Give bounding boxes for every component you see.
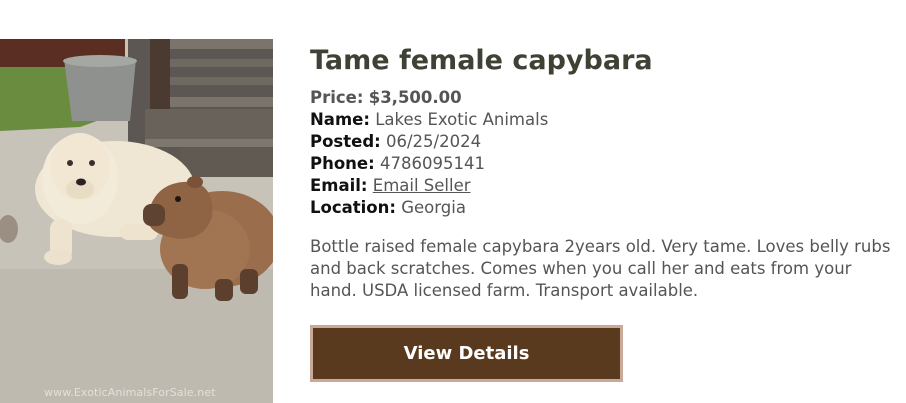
listing-details: Price: $3,500.00 Name: Lakes Exotic Anim… — [310, 87, 906, 219]
location-row: Location: Georgia — [310, 197, 906, 219]
phone-row: Phone: 4786095141 — [310, 153, 906, 175]
view-details-button[interactable]: View Details — [310, 325, 623, 382]
price-row: Price: $3,500.00 — [310, 87, 906, 109]
phone-number: 4786095141 — [379, 154, 485, 173]
posted-label: Posted: — [310, 132, 381, 151]
listing-title[interactable]: Tame female capybara — [310, 42, 906, 80]
price-label: Price: — [310, 88, 364, 107]
name-label: Name: — [310, 110, 370, 129]
location-label: Location: — [310, 198, 396, 217]
listing-description: Bottle raised female capybara 2years old… — [310, 237, 891, 300]
listing-photo[interactable]: www.ExoticAnimalsForSale.net — [0, 39, 273, 403]
listing-info: Tame female capybara Price: $3,500.00 Na… — [310, 42, 906, 302]
posted-row: Posted: 06/25/2024 — [310, 131, 906, 153]
phone-label: Phone: — [310, 154, 375, 173]
name-row: Name: Lakes Exotic Animals — [310, 109, 906, 131]
email-seller-link[interactable]: Email Seller — [373, 176, 471, 195]
email-row: Email: Email Seller — [310, 175, 906, 197]
price-value: $3,500.00 — [368, 88, 462, 107]
capybara-photo-illustration — [0, 39, 273, 403]
location-value: Georgia — [401, 198, 466, 217]
posted-date: 06/25/2024 — [386, 132, 482, 151]
photo-watermark: www.ExoticAnimalsForSale.net — [44, 386, 216, 399]
email-label: Email: — [310, 176, 368, 195]
seller-name: Lakes Exotic Animals — [375, 110, 549, 129]
listing-card: www.ExoticAnimalsForSale.net Tame female… — [0, 0, 906, 403]
